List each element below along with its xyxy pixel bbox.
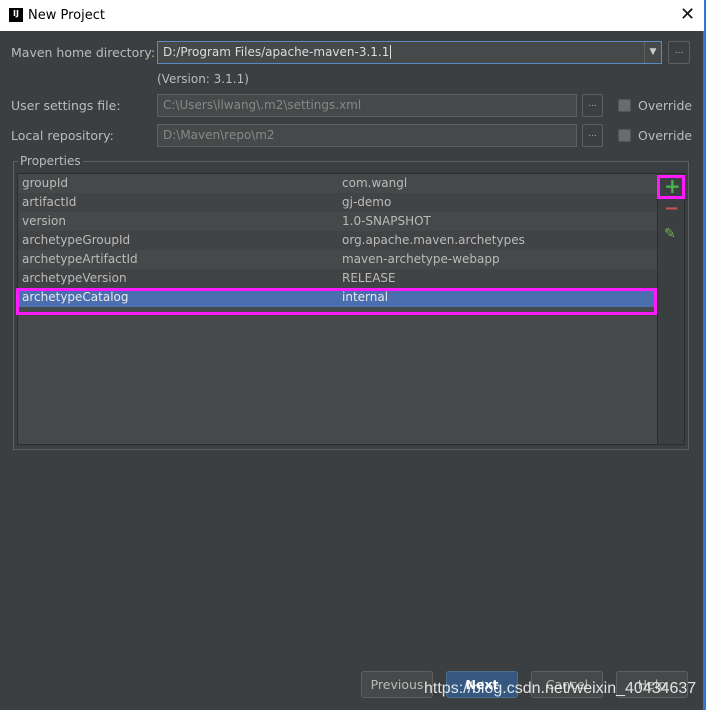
property-value: gj-demo xyxy=(342,195,392,209)
table-row[interactable]: archetypeGroupId org.apache.maven.archety… xyxy=(18,231,657,250)
property-key: archetypeGroupId xyxy=(22,233,131,247)
table-row[interactable]: version 1.0-SNAPSHOT xyxy=(18,212,657,231)
table-row[interactable]: groupId com.wangl xyxy=(18,174,657,193)
property-value: org.apache.maven.archetypes xyxy=(342,233,525,247)
user-settings-override-checkbox[interactable] xyxy=(618,99,631,112)
property-key: version xyxy=(22,214,66,228)
selected-row-highlight xyxy=(16,288,657,315)
properties-toolbar: + − ✎ xyxy=(658,173,685,445)
local-repo-override-label: Override xyxy=(638,128,693,143)
property-key: groupId xyxy=(22,176,69,190)
add-highlight xyxy=(657,175,685,199)
user-settings-label: User settings file: xyxy=(11,98,121,113)
maven-version: (Version: 3.1.1) xyxy=(157,72,249,86)
title-bar: IJ New Project ✕ xyxy=(0,0,706,31)
maven-home-browse-button[interactable]: ... xyxy=(668,41,690,64)
user-settings-override-label: Override xyxy=(638,98,693,113)
remove-icon[interactable]: − xyxy=(664,198,679,219)
edit-icon[interactable]: ✎ xyxy=(664,226,676,242)
property-value: com.wangl xyxy=(342,176,408,190)
table-row[interactable]: archetypeVersion RELEASE xyxy=(18,269,657,288)
property-value: RELEASE xyxy=(342,271,396,285)
watermark: https://blog.csdn.net/weixin_40434637 xyxy=(424,680,697,697)
user-settings-browse-button[interactable]: ... xyxy=(582,94,603,117)
local-repo-input[interactable]: D:\Maven\repo\m2 xyxy=(157,124,577,147)
table-row[interactable]: artifactId gj-demo xyxy=(18,193,657,212)
property-value: 1.0-SNAPSHOT xyxy=(342,214,431,228)
dropdown-arrow-icon[interactable]: ▼ xyxy=(644,42,661,63)
previous-button[interactable]: Previous xyxy=(361,671,433,698)
property-value: maven-archetype-webapp xyxy=(342,252,500,266)
maven-home-label: Maven home directory: xyxy=(11,45,156,60)
property-key: archetypeVersion xyxy=(22,271,127,285)
window-title: New Project xyxy=(28,8,105,23)
property-key: archetypeArtifactId xyxy=(22,252,138,266)
local-repo-browse-button[interactable]: ... xyxy=(582,124,603,147)
close-button[interactable]: ✕ xyxy=(680,4,695,25)
properties-title: Properties xyxy=(18,154,83,168)
property-key: artifactId xyxy=(22,195,77,209)
user-settings-input[interactable]: C:\Users\llwang\.m2\settings.xml xyxy=(157,94,577,117)
app-logo-icon: IJ xyxy=(9,8,23,22)
local-repo-override-checkbox[interactable] xyxy=(618,129,631,142)
table-row[interactable]: archetypeArtifactId maven-archetype-webap… xyxy=(18,250,657,269)
maven-home-value: D:/Program Files/apache-maven-3.1.1 xyxy=(163,45,390,59)
maven-home-input[interactable]: D:/Program Files/apache-maven-3.1.1 xyxy=(157,41,662,64)
local-repo-label: Local repository: xyxy=(11,128,114,143)
